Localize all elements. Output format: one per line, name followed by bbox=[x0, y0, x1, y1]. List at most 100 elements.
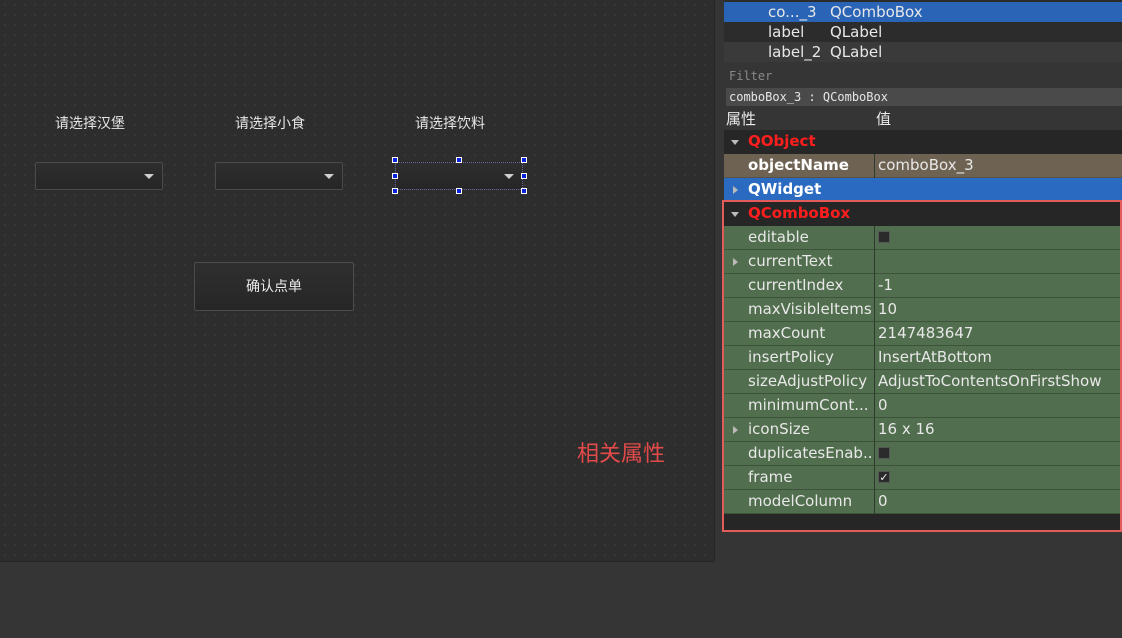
panel-divider[interactable] bbox=[715, 0, 724, 638]
prop-name: insertPolicy bbox=[748, 348, 834, 366]
combobox-burger[interactable] bbox=[35, 162, 163, 190]
prop-row-iconsize[interactable]: iconSize 16 x 16 bbox=[724, 418, 1122, 442]
chevron-down-icon bbox=[504, 174, 514, 179]
property-table-header: 属性 值 bbox=[724, 108, 1122, 130]
prop-row-maxcount[interactable]: maxCount 2147483647 bbox=[724, 322, 1122, 346]
prop-value[interactable]: AdjustToContentsOnFirstShow bbox=[878, 370, 1102, 393]
prop-value[interactable]: 2147483647 bbox=[878, 322, 973, 345]
combobox-drink[interactable] bbox=[395, 162, 523, 190]
annotation-text: 相关属性 bbox=[577, 442, 666, 467]
column-separator bbox=[874, 442, 875, 466]
prop-value[interactable]: InsertAtBottom bbox=[878, 346, 992, 369]
prop-name: duplicatesEnab... bbox=[748, 444, 874, 462]
prop-name: sizeAdjustPolicy bbox=[748, 372, 868, 390]
property-table-end bbox=[724, 514, 1122, 530]
prop-value[interactable]: 0 bbox=[878, 490, 888, 513]
prop-name: iconSize bbox=[748, 420, 810, 438]
prop-value[interactable]: 16 x 16 bbox=[878, 418, 935, 441]
prop-name: frame bbox=[748, 468, 793, 486]
checkbox-editable[interactable] bbox=[878, 231, 890, 243]
column-separator bbox=[874, 226, 875, 250]
group-label: QObject bbox=[748, 132, 816, 150]
selection-handle[interactable] bbox=[456, 188, 462, 194]
prop-name: minimumCont... bbox=[748, 396, 869, 414]
checkbox-duplicates[interactable] bbox=[878, 447, 890, 459]
property-editor-panel: co..._3 QComboBox label QLabel label_2 Q… bbox=[724, 0, 1122, 638]
group-label: QWidget bbox=[748, 180, 822, 198]
tree-object-name: co..._3 bbox=[768, 3, 817, 21]
expand-down-icon bbox=[731, 140, 739, 145]
prop-name: objectName bbox=[748, 156, 849, 174]
prop-row-frame[interactable]: frame ✓ bbox=[724, 466, 1122, 490]
column-separator bbox=[874, 394, 875, 418]
column-separator bbox=[874, 154, 875, 178]
column-separator bbox=[874, 322, 875, 346]
column-separator bbox=[874, 466, 875, 490]
tree-row[interactable]: co..._3 QComboBox bbox=[724, 2, 1122, 22]
prop-value[interactable]: -1 bbox=[878, 274, 893, 297]
column-separator bbox=[874, 346, 875, 370]
prop-value[interactable]: 0 bbox=[878, 394, 888, 417]
column-separator bbox=[874, 490, 875, 514]
prop-row-currenttext[interactable]: currentText bbox=[724, 250, 1122, 274]
expand-right-icon bbox=[733, 186, 738, 194]
prop-name: currentIndex bbox=[748, 276, 844, 294]
prop-value[interactable]: 10 bbox=[878, 298, 897, 321]
expand-down-icon bbox=[731, 212, 739, 217]
label-burger: 请选择汉堡 bbox=[55, 116, 125, 132]
selection-handle[interactable] bbox=[456, 157, 462, 163]
prop-value[interactable]: comboBox_3 bbox=[878, 154, 974, 177]
header-property: 属性 bbox=[726, 110, 757, 128]
expand-right-icon[interactable] bbox=[733, 258, 738, 266]
prop-row-objectname[interactable]: objectName comboBox_3 bbox=[724, 154, 1122, 178]
selection-handle[interactable] bbox=[521, 173, 527, 179]
designer-background bbox=[0, 562, 715, 638]
selection-handle[interactable] bbox=[521, 157, 527, 163]
tree-object-class: QLabel bbox=[830, 43, 883, 61]
form-canvas[interactable]: 请选择汉堡 请选择小食 请选择饮料 确认点单 bbox=[0, 0, 715, 562]
object-inspector: co..._3 QComboBox label QLabel label_2 Q… bbox=[724, 0, 1122, 62]
column-separator bbox=[874, 250, 875, 274]
tree-row[interactable]: label_2 QLabel bbox=[724, 42, 1122, 62]
group-qcombobox[interactable]: QComboBox bbox=[724, 202, 1122, 226]
prop-name: editable bbox=[748, 228, 809, 246]
selection-handle[interactable] bbox=[521, 188, 527, 194]
prop-name: modelColumn bbox=[748, 492, 853, 510]
tree-object-name: label_2 bbox=[768, 43, 822, 61]
label-snack: 请选择小食 bbox=[235, 116, 305, 132]
filter-input[interactable]: Filter bbox=[726, 66, 1122, 86]
prop-name: currentText bbox=[748, 252, 833, 270]
tree-object-class: QComboBox bbox=[830, 3, 923, 21]
selection-handle[interactable] bbox=[392, 188, 398, 194]
object-class-label: comboBox_3 : QComboBox bbox=[726, 88, 1122, 106]
expand-right-icon[interactable] bbox=[733, 426, 738, 434]
label-drink: 请选择饮料 bbox=[415, 116, 485, 132]
prop-row-duplicatesenabled[interactable]: duplicatesEnab... bbox=[724, 442, 1122, 466]
column-separator bbox=[874, 298, 875, 322]
tree-object-class: QLabel bbox=[830, 23, 883, 41]
selection-handle[interactable] bbox=[392, 157, 398, 163]
tree-row[interactable]: label QLabel bbox=[724, 22, 1122, 42]
prop-row-insertpolicy[interactable]: insertPolicy InsertAtBottom bbox=[724, 346, 1122, 370]
prop-row-sizeadjustpolicy[interactable]: sizeAdjustPolicy AdjustToContentsOnFirst… bbox=[724, 370, 1122, 394]
tree-object-name: label bbox=[768, 23, 805, 41]
checkbox-frame[interactable]: ✓ bbox=[878, 471, 890, 483]
combobox-snack[interactable] bbox=[215, 162, 343, 190]
chevron-down-icon bbox=[144, 174, 154, 179]
group-qwidget[interactable]: QWidget bbox=[724, 178, 1122, 202]
selection-handle[interactable] bbox=[392, 173, 398, 179]
column-separator bbox=[874, 418, 875, 442]
confirm-order-button[interactable]: 确认点单 bbox=[194, 262, 354, 311]
prop-row-minimumcontents[interactable]: minimumCont... 0 bbox=[724, 394, 1122, 418]
group-qobject[interactable]: QObject bbox=[724, 130, 1122, 154]
prop-row-modelcolumn[interactable]: modelColumn 0 bbox=[724, 490, 1122, 514]
column-separator bbox=[874, 370, 875, 394]
group-label: QComboBox bbox=[748, 204, 851, 222]
prop-name: maxVisibleItems bbox=[748, 300, 872, 318]
prop-row-currentindex[interactable]: currentIndex -1 bbox=[724, 274, 1122, 298]
prop-row-editable[interactable]: editable bbox=[724, 226, 1122, 250]
prop-row-maxvisibleitems[interactable]: maxVisibleItems 10 bbox=[724, 298, 1122, 322]
column-separator bbox=[874, 274, 875, 298]
header-value: 值 bbox=[876, 110, 892, 128]
prop-name: maxCount bbox=[748, 324, 826, 342]
